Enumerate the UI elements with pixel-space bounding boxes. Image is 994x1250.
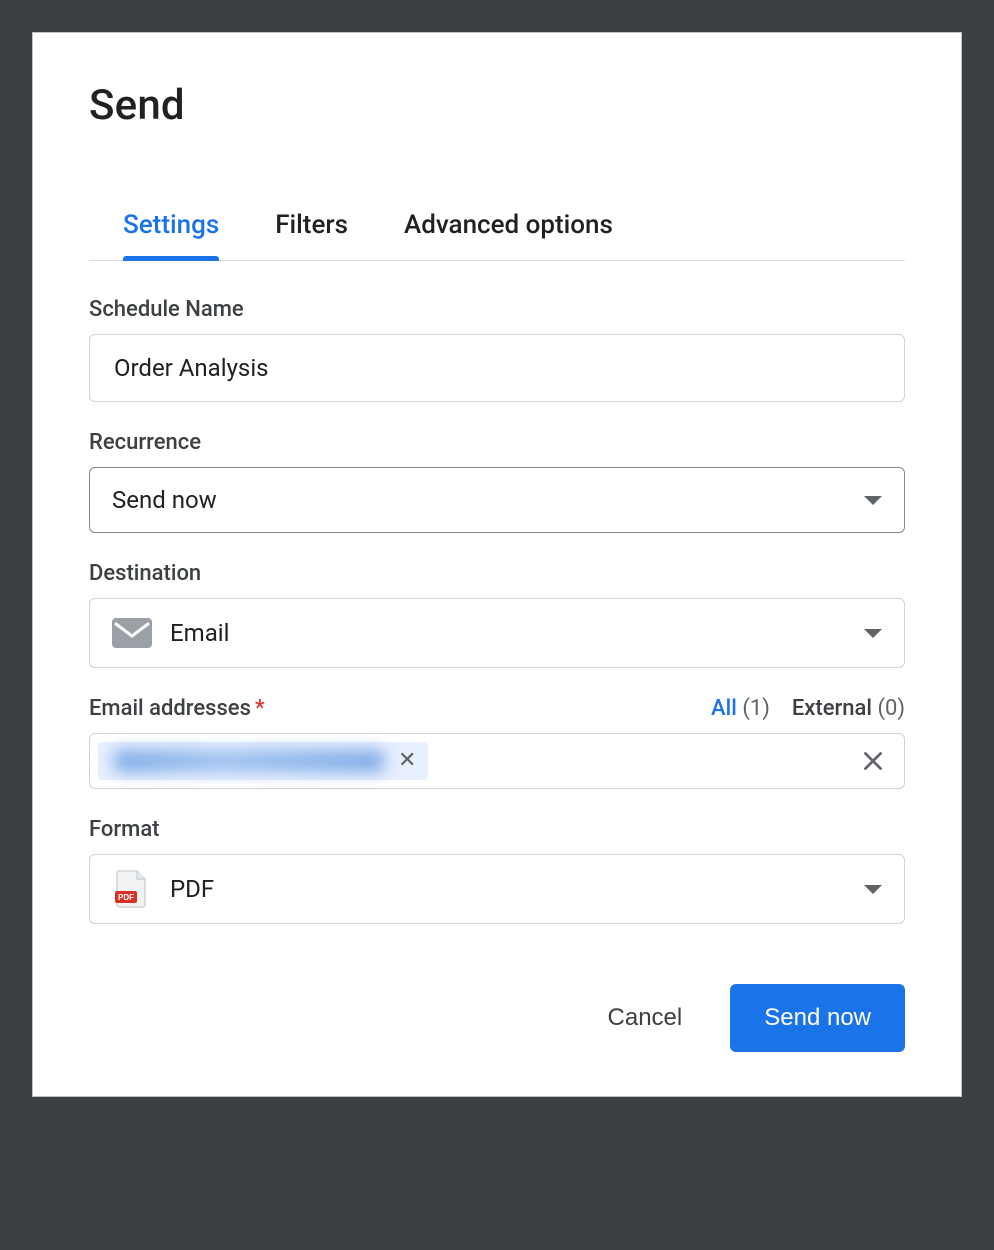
format-label: Format <box>89 817 905 842</box>
dialog-footer: Cancel Send now <box>89 984 905 1052</box>
schedule-name-input[interactable] <box>112 353 882 383</box>
email-addresses-input[interactable]: ✕ <box>89 733 905 789</box>
remove-chip-button[interactable]: ✕ <box>398 750 416 772</box>
recurrence-label: Recurrence <box>89 430 905 455</box>
caret-down-icon <box>864 629 882 638</box>
email-filter-tabs: All (1) External (0) <box>711 696 905 721</box>
schedule-name-field: Schedule Name <box>89 297 905 402</box>
tab-filters[interactable]: Filters <box>275 200 348 260</box>
svg-text:PDF: PDF <box>118 893 134 902</box>
clear-emails-button[interactable] <box>860 748 886 774</box>
recurrence-select[interactable]: Send now <box>89 467 905 533</box>
email-addresses-field: Email addresses * All (1) External (0) ✕ <box>89 696 905 789</box>
recurrence-value: Send now <box>112 486 217 514</box>
send-dialog: Send Settings Filters Advanced options S… <box>32 32 962 1097</box>
schedule-name-input-wrapper <box>89 334 905 402</box>
recurrence-field: Recurrence Send now <box>89 430 905 533</box>
email-icon <box>112 617 152 649</box>
format-value: PDF <box>170 875 214 903</box>
destination-label: Destination <box>89 561 905 586</box>
send-now-button[interactable]: Send now <box>730 984 905 1052</box>
pdf-icon: PDF <box>112 873 152 905</box>
caret-down-icon <box>864 496 882 505</box>
email-addresses-label: Email addresses * <box>89 696 265 721</box>
tab-bar: Settings Filters Advanced options <box>89 200 905 261</box>
destination-field: Destination Email <box>89 561 905 668</box>
format-field: Format PDF PDF <box>89 817 905 924</box>
email-chip-text-redacted <box>114 750 384 772</box>
required-asterisk: * <box>255 696 265 721</box>
email-chip: ✕ <box>98 742 428 780</box>
destination-select[interactable]: Email <box>89 598 905 668</box>
tab-settings[interactable]: Settings <box>123 200 219 260</box>
dialog-title: Send <box>89 81 905 130</box>
email-addresses-header: Email addresses * All (1) External (0) <box>89 696 905 721</box>
tab-advanced-options[interactable]: Advanced options <box>404 200 613 260</box>
email-tab-external[interactable]: External (0) <box>792 696 905 721</box>
email-tab-all[interactable]: All (1) <box>711 696 770 721</box>
destination-value: Email <box>170 619 229 647</box>
cancel-button[interactable]: Cancel <box>600 992 691 1044</box>
format-select[interactable]: PDF PDF <box>89 854 905 924</box>
caret-down-icon <box>864 885 882 894</box>
schedule-name-label: Schedule Name <box>89 297 905 322</box>
